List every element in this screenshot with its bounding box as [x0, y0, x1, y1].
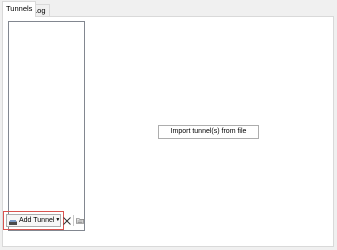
- chevron-down-icon[interactable]: ▼: [55, 215, 60, 226]
- folder-export-icon: [76, 218, 84, 224]
- toolbar-separator: [73, 215, 74, 226]
- app-window: Tunnels Log Import tunnel(s) from file A…: [0, 0, 337, 250]
- export-tunnels-button[interactable]: [75, 214, 85, 227]
- tab-strip: Tunnels Log: [0, 0, 337, 17]
- tunnel-list[interactable]: [8, 21, 85, 231]
- delete-tunnel-button[interactable]: [62, 214, 72, 227]
- import-tunnels-button[interactable]: Import tunnel(s) from file: [158, 125, 259, 139]
- add-tunnel-label: Add Tunnel: [19, 217, 55, 224]
- close-icon: [63, 216, 71, 225]
- add-tunnel-button[interactable]: Add Tunnel ▼: [6, 214, 61, 227]
- tab-tunnels[interactable]: Tunnels: [2, 1, 37, 17]
- tunnel-icon: [9, 218, 17, 225]
